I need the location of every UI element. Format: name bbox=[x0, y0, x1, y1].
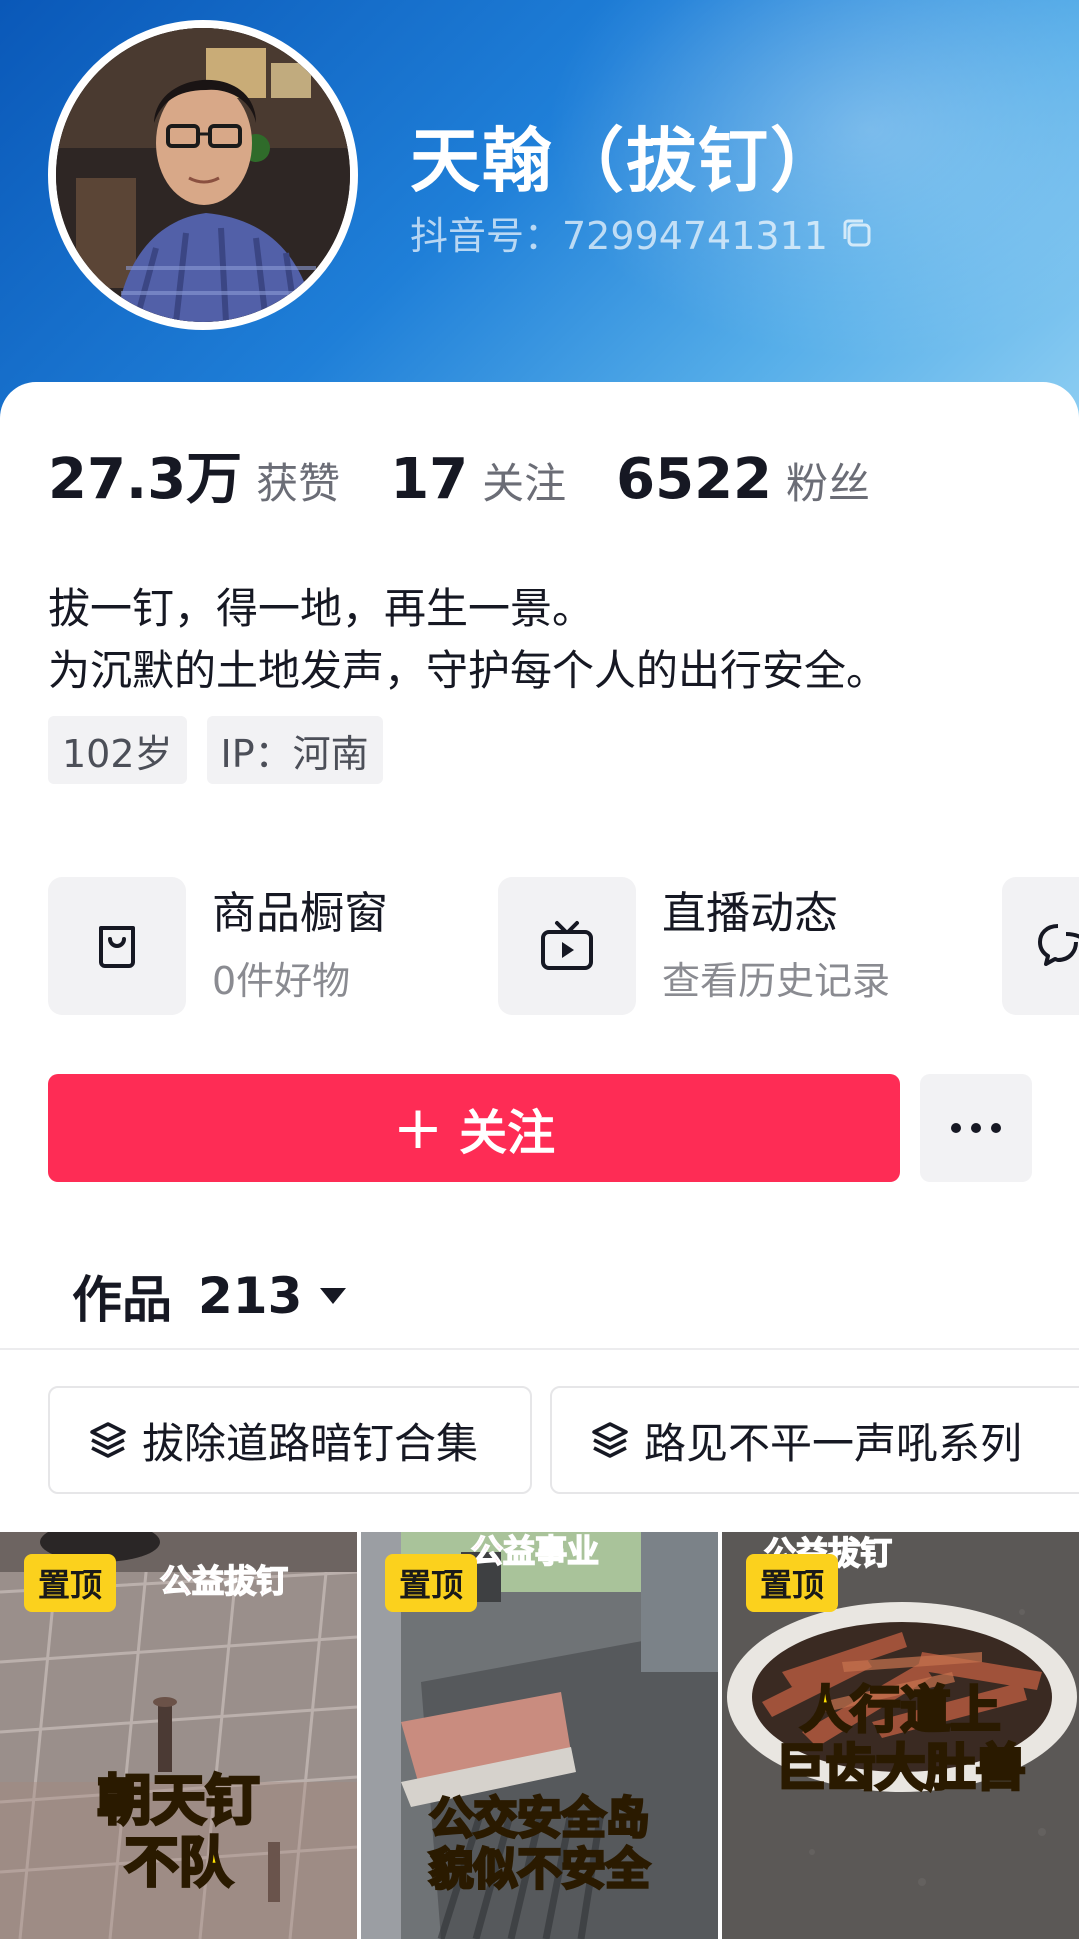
collection-title: 路见不平一声吼系列 bbox=[644, 1418, 1023, 1468]
action-buttons: + 关注 bbox=[48, 1074, 1032, 1182]
video-caption: 朝天钉 不队 bbox=[0, 1768, 357, 1895]
avatar[interactable] bbox=[48, 20, 358, 330]
stat-followers[interactable]: 6522 粉丝 bbox=[616, 447, 870, 512]
tv-play-icon bbox=[541, 921, 593, 970]
stack-layers-icon bbox=[90, 1422, 126, 1458]
pinned-badge: 置顶 bbox=[385, 1554, 478, 1612]
video-caption: 公交安全岛 貌似不安全 bbox=[361, 1792, 718, 1896]
services-row: 商品橱窗 0件好物 直播动态 查看历史记录 bbox=[48, 876, 1079, 1016]
caption-line: 巨齿大肚兽 bbox=[774, 1738, 1027, 1798]
more-dots-icon bbox=[951, 1123, 1001, 1133]
likes-count: 27.3万 bbox=[48, 447, 243, 512]
video-thumbnail[interactable]: 置顶 公益拔钉 朝天钉 不队 bbox=[0, 1532, 357, 1939]
bio-line: 拔一钉，得一地，再生一景。 bbox=[48, 584, 595, 633]
works-label: 作品 bbox=[72, 1271, 172, 1329]
service-title: 直播动态 bbox=[662, 888, 838, 939]
service-icon-box bbox=[498, 877, 636, 1015]
stat-likes[interactable]: 27.3万 获赞 bbox=[48, 434, 340, 515]
caret-down-icon[interactable] bbox=[318, 1286, 348, 1306]
profile-tags: 102岁 IP：河南 bbox=[48, 716, 403, 784]
avatar-photo bbox=[56, 28, 350, 322]
nickname: 天翰（拔钉） bbox=[410, 120, 842, 202]
service-chat[interactable] bbox=[1002, 876, 1079, 1016]
service-showcase[interactable]: 商品橱窗 0件好物 bbox=[48, 876, 388, 1016]
follow-button[interactable]: + 关注 bbox=[48, 1074, 900, 1182]
plus-icon: + bbox=[392, 1093, 444, 1163]
ip-location-tag: IP：河南 bbox=[206, 716, 383, 784]
shopping-bag-icon bbox=[99, 926, 135, 968]
bio: 拔一钉，得一地，再生一景。 为沉默的土地发声，守护每个人的出行安全。 bbox=[48, 578, 888, 702]
chat-bubble-icon bbox=[1038, 924, 1079, 966]
collection-title: 拔除道路暗钉合集 bbox=[142, 1418, 479, 1468]
video-top-text: 公益拔钉 bbox=[159, 1561, 289, 1601]
caption-line: 公交安全岛 bbox=[428, 1792, 651, 1845]
service-icon-box bbox=[1002, 877, 1079, 1015]
works-count: 213 bbox=[198, 1267, 303, 1325]
age-tag: 102岁 bbox=[48, 716, 187, 784]
copy-icon[interactable] bbox=[840, 216, 874, 250]
service-subtitle: 查看历史记录 bbox=[662, 959, 891, 1003]
video-thumbnail[interactable]: 置顶 公益拔钉 人行道上 巨齿大肚兽 bbox=[722, 1532, 1079, 1939]
service-subtitle: 0件好物 bbox=[212, 959, 351, 1003]
bio-line: 为沉默的土地发声，守护每个人的出行安全。 bbox=[48, 646, 889, 695]
followers-label: 粉丝 bbox=[786, 459, 871, 508]
likes-label: 获赞 bbox=[256, 459, 341, 508]
pinned-badge: 置顶 bbox=[746, 1554, 839, 1612]
caption-line: 貌似不安全 bbox=[428, 1843, 651, 1896]
pinned-badge: 置顶 bbox=[24, 1554, 117, 1612]
video-caption: 人行道上 巨齿大肚兽 bbox=[722, 1680, 1079, 1798]
caption-line: 朝天钉 bbox=[96, 1768, 261, 1833]
service-icon-box bbox=[48, 877, 186, 1015]
collection-card[interactable]: 路见不平一声吼系列 bbox=[550, 1386, 1079, 1494]
collection-card[interactable]: 拔除道路暗钉合集 bbox=[48, 1386, 532, 1494]
service-title: 商品橱窗 bbox=[212, 888, 388, 939]
following-label: 关注 bbox=[482, 459, 567, 508]
service-live[interactable]: 直播动态 查看历史记录 bbox=[498, 876, 890, 1016]
video-thumbnail[interactable]: 置顶 公益事业 公交安全岛 貌似不安全 bbox=[361, 1532, 718, 1939]
stack-layers-icon bbox=[592, 1422, 628, 1458]
video-top-text: 公益事业 bbox=[470, 1532, 600, 1571]
caption-line: 人行道上 bbox=[799, 1680, 1002, 1740]
followers-count: 6522 bbox=[616, 447, 772, 512]
douyin-id-text: 抖音号：72994741311 bbox=[410, 214, 828, 258]
more-button[interactable] bbox=[920, 1074, 1032, 1182]
divider bbox=[0, 1348, 1079, 1350]
caption-line: 不队 bbox=[123, 1830, 234, 1895]
follow-label: 关注 bbox=[459, 1105, 556, 1161]
collections-row: 拔除道路暗钉合集 路见不平一声吼系列 bbox=[48, 1386, 1079, 1496]
works-tab[interactable]: 作品 213 bbox=[72, 1260, 348, 1332]
video-grid: 置顶 公益拔钉 朝天钉 不队 置顶 公益事业 公交安全岛 貌似不安全 置顶 公益… bbox=[0, 1532, 1079, 1939]
profile-card: 27.3万 获赞 17 关注 6522 粉丝 拔一钉，得一地，再生一景。 为沉默… bbox=[0, 382, 1079, 1939]
following-count: 17 bbox=[390, 447, 469, 512]
douyin-id[interactable]: 抖音号：72994741311 bbox=[410, 205, 874, 260]
stats-row: 27.3万 获赞 17 关注 6522 粉丝 bbox=[48, 434, 920, 515]
stat-following[interactable]: 17 关注 bbox=[390, 447, 566, 512]
